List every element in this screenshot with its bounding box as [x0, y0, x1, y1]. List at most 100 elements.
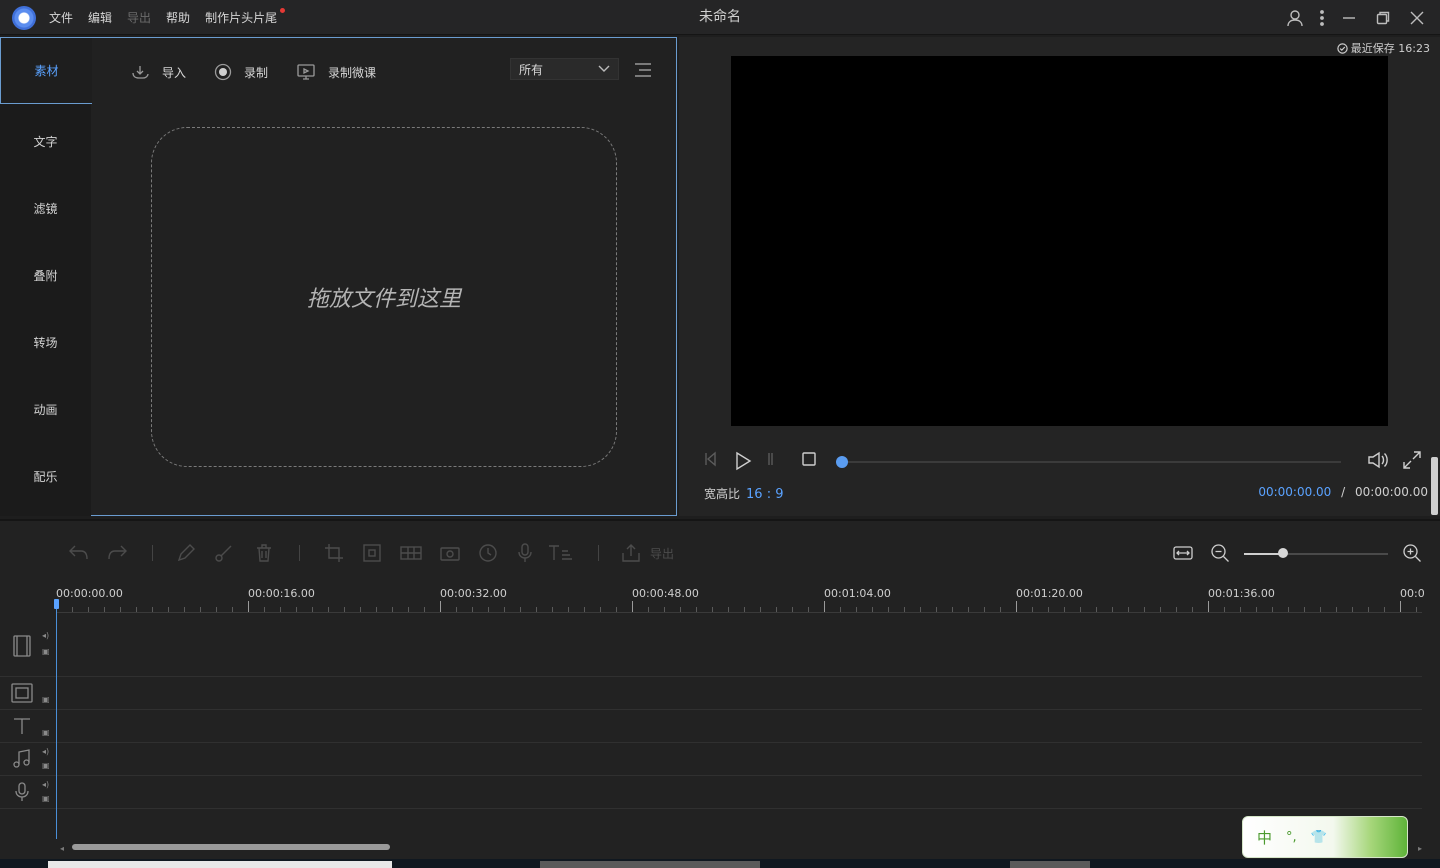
text-track-area[interactable]	[56, 710, 1422, 742]
playback-progress-knob[interactable]	[836, 456, 848, 468]
clock-icon	[479, 544, 497, 562]
speaker-icon[interactable]: ◂)	[42, 780, 49, 789]
crop-button[interactable]	[324, 543, 344, 566]
speaker-icon[interactable]: ◂)	[42, 631, 49, 640]
voiceover-track[interactable]: ◂) ▣	[0, 776, 1422, 809]
video-preview[interactable]	[731, 56, 1388, 426]
aspect-ratio[interactable]: 宽高比 16 : 9	[704, 485, 783, 502]
tab-overlays[interactable]: 叠附	[0, 242, 91, 309]
current-time: 00:00:00.00	[1258, 485, 1332, 499]
drop-hint: 拖放文件到这里	[306, 287, 461, 312]
lock-icon[interactable]: ▣	[42, 695, 50, 704]
split-button[interactable]	[214, 543, 234, 566]
timeline-panel: 导出 00:00:00.00 00:00:16.00 00:00:32.00 0…	[0, 519, 1440, 868]
list-view-icon	[635, 63, 651, 77]
taskbar-item[interactable]	[540, 861, 760, 868]
close-icon	[1410, 11, 1424, 24]
edit-button[interactable]	[176, 543, 196, 566]
scroll-right-icon[interactable]: ▸	[1418, 844, 1422, 853]
voiceover-track-area[interactable]	[56, 776, 1422, 808]
speaker-icon[interactable]: ◂)	[42, 747, 49, 756]
pencil-icon	[177, 544, 195, 562]
previous-frame-button[interactable]	[703, 451, 719, 470]
toolbar-divider	[598, 545, 599, 561]
lock-icon[interactable]: ▣	[42, 761, 50, 770]
tab-text[interactable]: 文字	[0, 108, 91, 175]
timeline-scrollbar-thumb[interactable]	[72, 844, 390, 850]
lock-icon[interactable]: ▣	[42, 728, 50, 737]
more-menu-button[interactable]	[1314, 3, 1330, 33]
restore-button[interactable]	[1368, 3, 1398, 33]
playback-progress-track[interactable]	[841, 461, 1341, 463]
import-button[interactable]: 导入	[130, 64, 186, 81]
zoom-slider-knob[interactable]	[1277, 548, 1288, 558]
duration-button[interactable]	[478, 543, 498, 566]
play-button[interactable]	[733, 451, 753, 474]
fit-timeline-button[interactable]	[1172, 543, 1194, 566]
next-frame-button[interactable]	[767, 451, 781, 470]
toolbar-divider	[152, 545, 153, 561]
ime-punctuation-toggle[interactable]: °,	[1286, 830, 1297, 845]
playhead-handle[interactable]	[54, 599, 59, 609]
freeze-frame-button[interactable]	[440, 543, 460, 566]
tab-music[interactable]: 配乐	[0, 443, 91, 510]
new-badge-dot	[280, 8, 285, 13]
lock-icon[interactable]: ▣	[42, 647, 50, 656]
delete-button[interactable]	[254, 543, 274, 566]
undo-button[interactable]	[68, 543, 90, 564]
mosaic-icon	[400, 546, 422, 560]
panel-scrollbar[interactable]	[1431, 457, 1438, 515]
menu-export[interactable]: 导出	[127, 9, 151, 26]
stop-button[interactable]	[801, 451, 817, 470]
ruler-ticks	[56, 601, 1422, 613]
menu-intro-outro[interactable]: 制作片头片尾	[205, 9, 277, 26]
file-drop-zone[interactable]: 拖放文件到这里	[151, 127, 617, 467]
taskbar-item[interactable]	[48, 861, 392, 868]
account-button[interactable]	[1280, 3, 1310, 33]
ime-language-toggle[interactable]: 中	[1257, 827, 1272, 848]
export-button[interactable]	[620, 543, 642, 566]
volume-button[interactable]	[1367, 451, 1389, 472]
text-track-icon	[12, 716, 32, 739]
menu-help[interactable]: 帮助	[166, 9, 190, 26]
menu-file[interactable]: 文件	[49, 9, 73, 26]
video-track-area[interactable]	[56, 615, 1422, 676]
tab-media[interactable]: 素材	[0, 37, 92, 104]
video-track[interactable]: ◂) ▣	[0, 615, 1422, 677]
app-logo-icon	[12, 6, 36, 30]
text-to-speech-button[interactable]	[548, 543, 578, 566]
media-filter-select[interactable]: 所有	[510, 58, 619, 80]
tab-transitions[interactable]: 转场	[0, 309, 91, 376]
fullscreen-button[interactable]	[1403, 451, 1421, 472]
close-button[interactable]	[1402, 3, 1432, 33]
zoom-region-button[interactable]	[362, 543, 382, 566]
redo-button[interactable]	[106, 543, 128, 564]
voiceover-button[interactable]	[516, 543, 534, 566]
taskbar-item[interactable]	[1010, 861, 1090, 868]
timeline-ruler[interactable]: 00:00:00.00 00:00:16.00 00:00:32.00 00:0…	[56, 583, 1425, 615]
overlay-track-area[interactable]	[56, 677, 1422, 709]
video-track-icon	[12, 635, 32, 660]
scroll-left-icon[interactable]: ◂	[60, 844, 64, 853]
music-track[interactable]: ◂) ▣	[0, 743, 1422, 776]
lock-icon[interactable]: ▣	[42, 794, 50, 803]
zoom-in-button[interactable]	[1402, 543, 1422, 566]
playhead-line[interactable]	[56, 599, 57, 839]
menu-edit[interactable]: 编辑	[88, 9, 112, 26]
music-track-area[interactable]	[56, 743, 1422, 775]
text-track[interactable]: ▣	[0, 710, 1422, 743]
timeline-scrollbar[interactable]: ◂ ▸	[60, 844, 1422, 853]
mosaic-button[interactable]	[400, 543, 422, 566]
tab-filters[interactable]: 滤镜	[0, 175, 91, 242]
ime-toolbar[interactable]: 中 °, 👕	[1242, 816, 1408, 858]
list-view-button[interactable]	[634, 62, 652, 81]
record-button[interactable]: 录制	[214, 63, 268, 81]
import-label: 导入	[162, 65, 187, 80]
zoom-slider-track[interactable]	[1244, 553, 1388, 555]
zoom-out-button[interactable]	[1210, 543, 1230, 566]
minimize-button[interactable]	[1334, 3, 1364, 33]
ime-skin-icon[interactable]: 👕	[1311, 830, 1327, 845]
record-lecture-button[interactable]: 录制微课	[296, 63, 376, 81]
tab-animations[interactable]: 动画	[0, 376, 91, 443]
picture-in-picture-track[interactable]: ▣	[0, 677, 1422, 710]
